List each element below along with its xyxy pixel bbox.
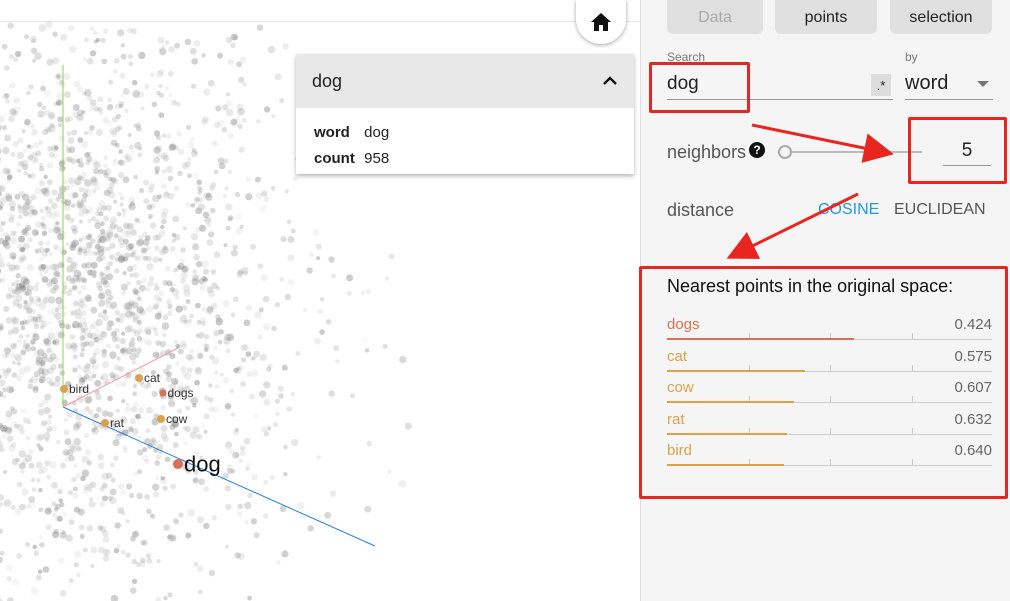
field-value: dog <box>364 124 390 141</box>
neighbors-label: neighbors <box>667 142 747 162</box>
neighbor-distance: 0.640 <box>954 442 992 459</box>
neighbor-word[interactable]: rat <box>667 411 685 428</box>
row-tick <box>830 459 831 465</box>
point-label: bird <box>69 382 89 396</box>
neighbor-distance: 0.424 <box>954 316 992 333</box>
row-tick <box>830 427 831 434</box>
tab-label: selection <box>909 9 973 26</box>
neighbor-word[interactable]: cow <box>667 379 694 396</box>
row-tick <box>912 364 913 371</box>
field-key: word <box>314 124 350 141</box>
distance-cosine-option[interactable]: COSINE <box>818 201 879 219</box>
nearest-point-row[interactable]: cat 0.575 <box>667 342 992 372</box>
tab-selection[interactable]: selection <box>890 0 992 34</box>
row-tick <box>830 364 831 371</box>
neighbor-word[interactable]: dogs <box>667 316 700 333</box>
search-label: Search <box>667 50 706 64</box>
distance-bar <box>667 432 787 435</box>
row-tick <box>830 396 831 402</box>
home-icon <box>591 13 611 31</box>
labeled-point[interactable] <box>157 415 165 423</box>
nearest-point-row[interactable]: bird 0.640 <box>667 436 992 466</box>
search-by-select[interactable]: word <box>905 68 993 100</box>
tab-data[interactable]: Data <box>667 0 763 34</box>
labeled-point[interactable] <box>159 389 167 397</box>
help-icon[interactable]: ? <box>749 142 765 158</box>
neighbors-input[interactable] <box>943 136 991 166</box>
nearest-point-row[interactable]: rat 0.632 <box>667 405 992 435</box>
labeled-point[interactable] <box>173 459 183 469</box>
inspector-panel: Data points selection Search .* by word … <box>640 0 1010 601</box>
card-body: word dog count 958 <box>296 108 634 184</box>
point-label: dogs <box>168 386 194 400</box>
distance-bar <box>667 401 794 403</box>
nearest-points-title: Nearest points in the original space: <box>667 276 954 296</box>
point-label: dog <box>184 452 221 477</box>
neighbor-distance: 0.575 <box>954 347 992 365</box>
card-header[interactable]: dog <box>296 54 634 108</box>
card-field-word: word dog <box>314 120 616 146</box>
nearest-point-row[interactable]: cow 0.607 <box>667 373 992 403</box>
field-value: 958 <box>364 150 390 167</box>
nearest-point-row[interactable]: dogs 0.424 <box>667 310 992 340</box>
distance-label: distance <box>667 200 735 220</box>
neighbors-slider-track[interactable] <box>785 151 922 153</box>
field-key: count <box>314 150 355 167</box>
by-label: by <box>905 50 918 64</box>
row-tick <box>912 333 913 339</box>
projector-canvas[interactable]: bird cat dogs rat cow dog dog word dog count … <box>0 0 640 601</box>
row-tick <box>912 427 913 434</box>
point-label: cow <box>166 412 188 426</box>
tab-points[interactable]: points <box>775 0 877 34</box>
labeled-point[interactable] <box>101 419 109 427</box>
labeled-point[interactable] <box>135 374 143 382</box>
neighbor-word[interactable]: bird <box>667 442 692 459</box>
search-input[interactable] <box>667 68 893 100</box>
point-label: cat <box>144 371 161 385</box>
row-tick <box>912 459 913 465</box>
labeled-point[interactable] <box>60 385 68 393</box>
neighbors-slider-thumb[interactable] <box>778 145 792 159</box>
selected-point-card: dog word dog count 958 <box>296 54 634 174</box>
row-tick <box>912 396 913 402</box>
tab-label: points <box>804 9 848 26</box>
neighbor-distance: 0.632 <box>954 410 992 428</box>
distance-bar <box>667 338 854 340</box>
distance-bar <box>667 369 805 372</box>
by-select-value: word <box>905 72 949 94</box>
chevron-up-icon[interactable] <box>602 76 618 86</box>
point-label: rat <box>110 416 125 430</box>
distance-euclidean-option[interactable]: EUCLIDEAN <box>894 201 986 219</box>
tab-label: Data <box>698 9 732 26</box>
card-field-count: count 958 <box>314 146 616 172</box>
neighbor-distance: 0.607 <box>954 379 992 396</box>
regex-toggle-button[interactable]: .* <box>871 74 891 96</box>
chevron-down-icon <box>977 80 989 87</box>
card-title: dog <box>312 70 343 91</box>
neighbor-word[interactable]: cat <box>667 348 687 365</box>
distance-bar <box>667 464 784 466</box>
